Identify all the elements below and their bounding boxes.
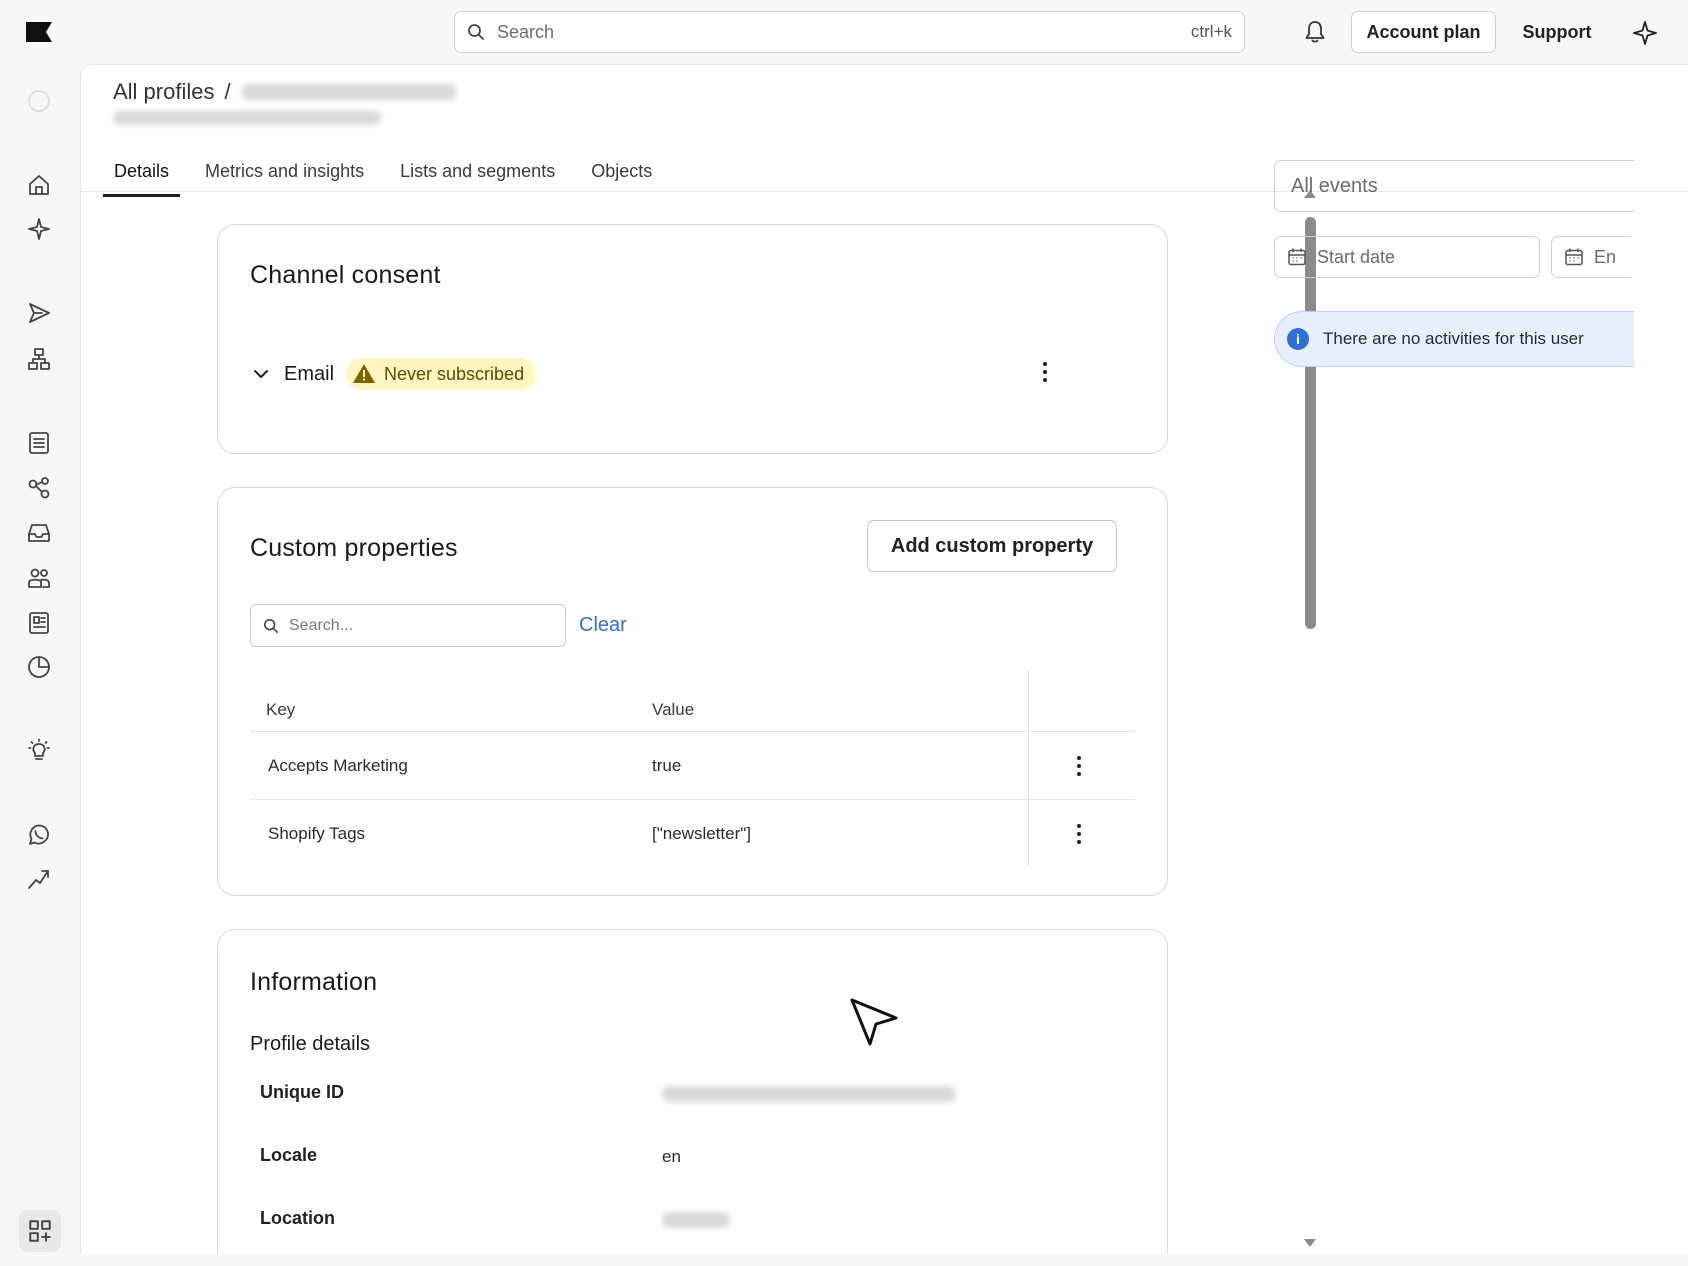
mouse-cursor-icon [850, 998, 898, 1046]
no-activities-banner: i There are no activities for this user [1274, 311, 1634, 367]
left-nav-rail: MI [0, 64, 80, 1266]
analytics-icon[interactable] [26, 654, 52, 680]
column-header-key: Key [266, 700, 296, 719]
info-icon: i [1287, 328, 1309, 350]
profile-details-heading: Profile details [250, 1033, 371, 1055]
location-label: Location [260, 1208, 335, 1228]
email-channel-label: Email [284, 362, 335, 385]
email-consent-row[interactable]: Email Never subscribed [250, 358, 537, 390]
bell-icon[interactable] [1302, 19, 1328, 45]
custom-properties-card: Custom properties Add custom property Se… [217, 487, 1168, 896]
search-placeholder: Search [497, 21, 555, 42]
trending-icon[interactable] [26, 866, 52, 892]
send-icon[interactable] [26, 300, 52, 326]
search-icon [263, 618, 279, 633]
sparkle-icon[interactable] [1632, 20, 1658, 46]
apps-grid-button[interactable] [19, 1210, 61, 1252]
unique-id-label: Unique ID [260, 1082, 344, 1102]
add-custom-property-button[interactable]: Add custom property [867, 520, 1117, 572]
row-more-icon[interactable] [1067, 750, 1091, 782]
unique-id-redacted [662, 1086, 956, 1102]
loading-circle-icon [26, 88, 52, 114]
breadcrumb: All profiles / [113, 79, 457, 105]
start-date-placeholder: Start date [1317, 246, 1396, 267]
profile-name-redacted [240, 84, 457, 100]
information-card: Information Profile details Unique ID Lo… [217, 929, 1168, 1254]
whatsapp-icon[interactable] [26, 822, 52, 848]
table-actions-divider [1028, 670, 1029, 866]
locale-value: en [662, 1147, 681, 1166]
events-filter-select[interactable]: All events [1274, 160, 1634, 212]
flag-logo-icon[interactable] [26, 22, 52, 42]
custom-properties-title: Custom properties [250, 534, 458, 562]
property-value: true [652, 756, 682, 775]
sparkle-icon[interactable] [26, 216, 52, 242]
search-shortcut-hint: ctrl+k [1190, 22, 1232, 41]
start-date-input[interactable]: Start date [1274, 236, 1540, 278]
email-consent-more-icon[interactable] [1033, 356, 1057, 388]
no-activities-message: There are no activities for this user [1323, 329, 1584, 348]
content-icon[interactable] [26, 610, 52, 636]
custom-properties-search-input[interactable]: Search... [250, 604, 566, 647]
flow-icon[interactable] [26, 346, 52, 372]
table-row: Shopify Tags ["newsletter"] [250, 800, 1135, 868]
top-bar: Search ctrl+k Account plan Support [0, 0, 1688, 64]
table-row: Accepts Marketing true [250, 732, 1135, 800]
property-value: ["newsletter"] [652, 824, 751, 843]
list-icon[interactable] [26, 430, 52, 456]
breadcrumb-separator: / [224, 79, 231, 104]
share-icon[interactable] [26, 475, 52, 501]
account-plan-button[interactable]: Account plan [1351, 11, 1496, 53]
warning-icon [353, 364, 376, 383]
lightbulb-icon[interactable] [26, 738, 52, 764]
status-badge: Never subscribed [346, 358, 537, 390]
information-title: Information [250, 968, 378, 996]
inbox-icon[interactable] [26, 520, 52, 546]
property-key: Shopify Tags [268, 824, 366, 843]
channel-consent-card: Channel consent Email Never subscribed [217, 224, 1168, 454]
end-date-placeholder: En [1594, 246, 1617, 267]
clear-search-link[interactable]: Clear [579, 614, 627, 637]
channel-consent-title: Channel consent [250, 261, 441, 289]
end-date-input[interactable]: En [1551, 236, 1631, 278]
status-badge-label: Never subscribed [384, 363, 525, 384]
row-more-icon[interactable] [1067, 818, 1091, 850]
global-search-input[interactable]: Search ctrl+k [454, 11, 1245, 53]
calendar-icon [1565, 248, 1583, 266]
apps-plus-icon [29, 1220, 51, 1242]
profile-subtitle-redacted [113, 111, 381, 125]
custom-properties-search-placeholder: Search... [289, 616, 354, 634]
custom-properties-table: Key Value Accepts Marketing true Shopify… [250, 670, 1135, 868]
column-header-value: Value [652, 700, 695, 719]
location-redacted [662, 1212, 730, 1228]
property-key: Accepts Marketing [268, 756, 408, 775]
scrollbar-thumb[interactable] [1305, 217, 1316, 629]
chevron-down-icon[interactable] [250, 363, 272, 385]
support-button[interactable]: Support [1512, 11, 1602, 53]
calendar-icon [1288, 248, 1306, 266]
home-icon[interactable] [26, 172, 52, 198]
search-icon [468, 24, 484, 40]
locale-label: Locale [260, 1145, 318, 1165]
table-header: Key Value [250, 670, 1135, 732]
scroll-down-arrow-icon[interactable] [1304, 1239, 1316, 1247]
audience-icon[interactable] [26, 565, 52, 591]
breadcrumb-all-profiles[interactable]: All profiles [113, 79, 214, 105]
